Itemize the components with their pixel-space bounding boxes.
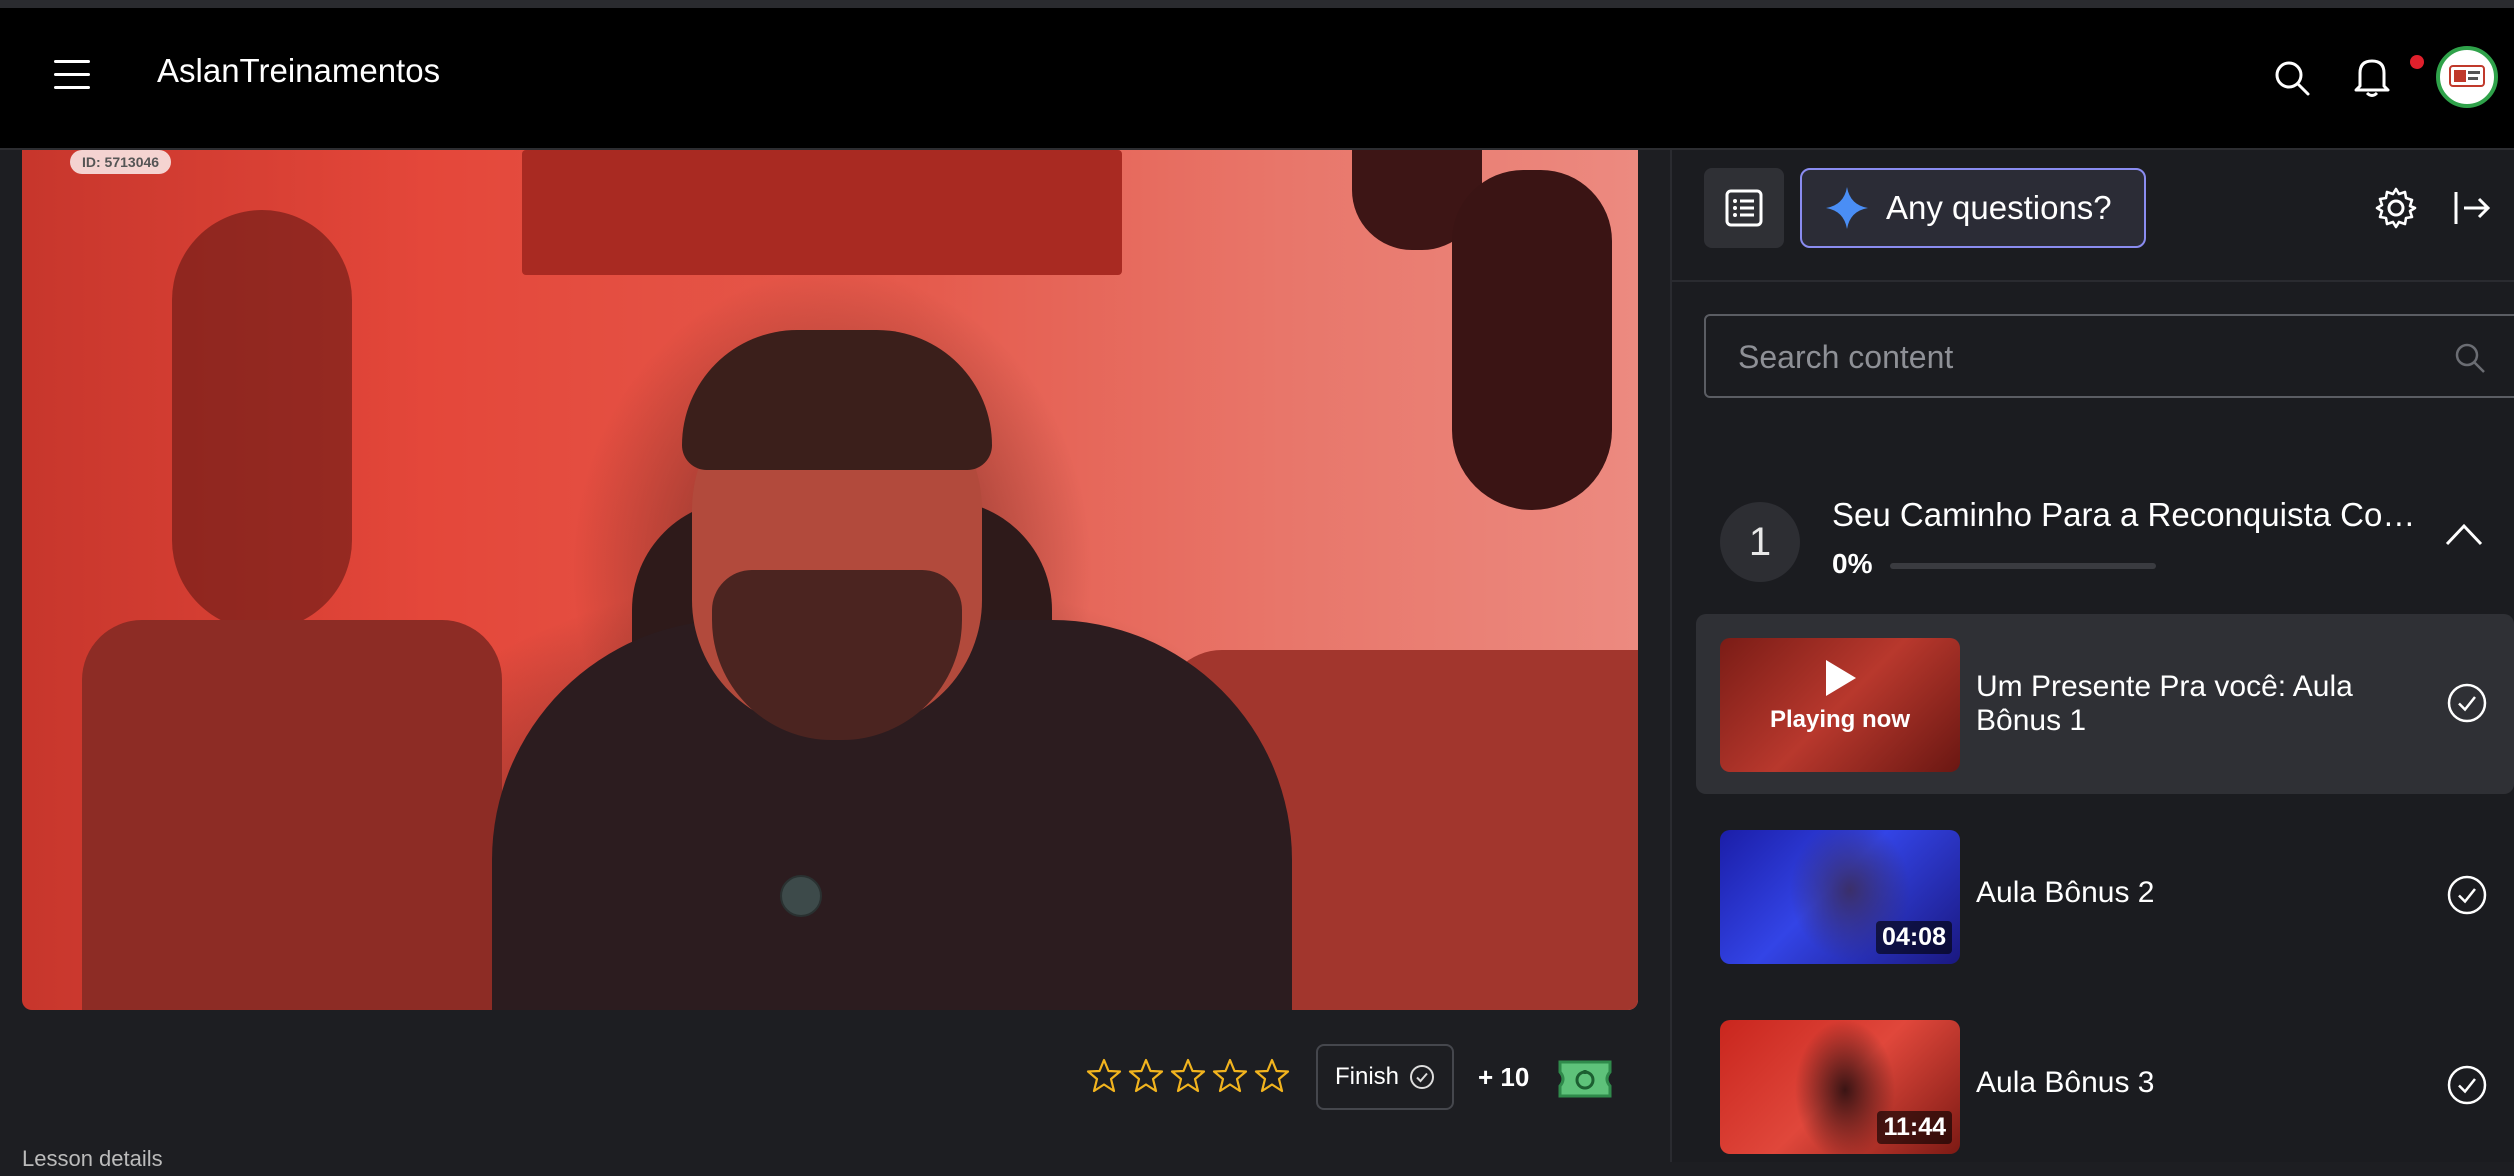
video-watermark-id: ID: 5713046 bbox=[70, 150, 172, 174]
video-frame-guitar bbox=[1452, 170, 1612, 510]
video-frame-wall-art bbox=[522, 150, 1122, 275]
sparkle-icon bbox=[1826, 187, 1868, 229]
lesson-thumbnail: Playing now bbox=[1720, 638, 1960, 772]
search-icon[interactable] bbox=[2272, 58, 2312, 98]
module-progress-bar bbox=[1890, 563, 2156, 569]
rating-stars bbox=[1086, 1058, 1290, 1094]
play-icon bbox=[1826, 660, 1856, 696]
lesson-item[interactable]: 11:44 Aula Bônus 3 bbox=[1696, 996, 2514, 1176]
bell-icon[interactable] bbox=[2352, 54, 2392, 98]
lesson-thumbnail: 04:08 bbox=[1720, 830, 1960, 964]
menu-icon-line bbox=[54, 60, 90, 63]
menu-icon-line bbox=[54, 73, 90, 76]
playing-now-label: Playing now bbox=[1769, 706, 1910, 733]
lesson-title: Aula Bônus 3 bbox=[1976, 1066, 2155, 1099]
star-icon[interactable] bbox=[1170, 1058, 1206, 1094]
lesson-thumbnail: 11:44 bbox=[1720, 1020, 1960, 1154]
video-frame-person-hair bbox=[682, 330, 992, 470]
content-search bbox=[1704, 314, 2514, 398]
content-list-button[interactable] bbox=[1704, 168, 1784, 248]
search-content-input[interactable] bbox=[1708, 318, 2440, 396]
brand-name[interactable]: AslanTreinamentos bbox=[157, 52, 440, 90]
menu-icon-line bbox=[54, 86, 90, 89]
lesson-duration: 04:08 bbox=[1876, 921, 1952, 954]
top-strip bbox=[0, 0, 2514, 8]
star-icon[interactable] bbox=[1086, 1058, 1122, 1094]
module-number: 1 bbox=[1720, 502, 1800, 582]
header: AslanTreinamentos bbox=[0, 8, 2514, 150]
lesson-title: Um Presente Pra você: Aula Bônus 1 bbox=[1976, 670, 2353, 737]
video-frame-plant bbox=[172, 210, 352, 630]
finish-button[interactable]: Finish bbox=[1316, 1044, 1454, 1110]
lesson-duration: 11:44 bbox=[1877, 1111, 1952, 1144]
gear-icon[interactable] bbox=[2374, 186, 2418, 230]
star-icon[interactable] bbox=[1128, 1058, 1164, 1094]
ticket-icon bbox=[1558, 1060, 1612, 1098]
check-circle-icon[interactable] bbox=[2446, 1064, 2488, 1106]
lesson-title: Aula Bônus 2 bbox=[1976, 876, 2155, 909]
points-label: + 10 bbox=[1478, 1062, 1530, 1092]
video-frame-sofa-left bbox=[82, 620, 502, 1010]
collapse-sidebar-icon[interactable] bbox=[2452, 188, 2492, 228]
list-icon bbox=[1725, 189, 1763, 227]
avatar[interactable] bbox=[2436, 46, 2498, 108]
sidebar-divider bbox=[1672, 280, 2514, 282]
lesson-details-link[interactable]: Lesson details bbox=[22, 1146, 163, 1172]
check-circle-icon[interactable] bbox=[2446, 682, 2488, 724]
menu-button[interactable] bbox=[54, 60, 92, 92]
star-icon[interactable] bbox=[1254, 1058, 1290, 1094]
finish-label: Finish bbox=[1334, 1063, 1400, 1090]
lesson-item[interactable]: 04:08 Aula Bônus 2 bbox=[1696, 806, 2514, 986]
check-circle-icon[interactable] bbox=[2446, 874, 2488, 916]
check-circle-icon bbox=[1410, 1065, 1435, 1089]
any-questions-label: Any questions? bbox=[1886, 189, 2112, 226]
module-title[interactable]: Seu Caminho Para a Reconquista Começ... bbox=[1832, 496, 2432, 534]
any-questions-button[interactable]: Any questions? bbox=[1800, 168, 2146, 248]
notification-dot bbox=[2410, 55, 2424, 69]
video-frame-microphone bbox=[780, 875, 822, 917]
star-icon[interactable] bbox=[1212, 1058, 1248, 1094]
video-player[interactable]: ID: 5713046 bbox=[22, 150, 1638, 1010]
chevron-up-icon[interactable] bbox=[2444, 520, 2484, 548]
search-icon[interactable] bbox=[2452, 340, 2488, 376]
lesson-item[interactable]: Playing now Um Presente Pra você: Aula B… bbox=[1696, 614, 2514, 794]
module-progress-label: 0% bbox=[1832, 548, 1873, 579]
avatar-logo-icon bbox=[2449, 65, 2485, 87]
